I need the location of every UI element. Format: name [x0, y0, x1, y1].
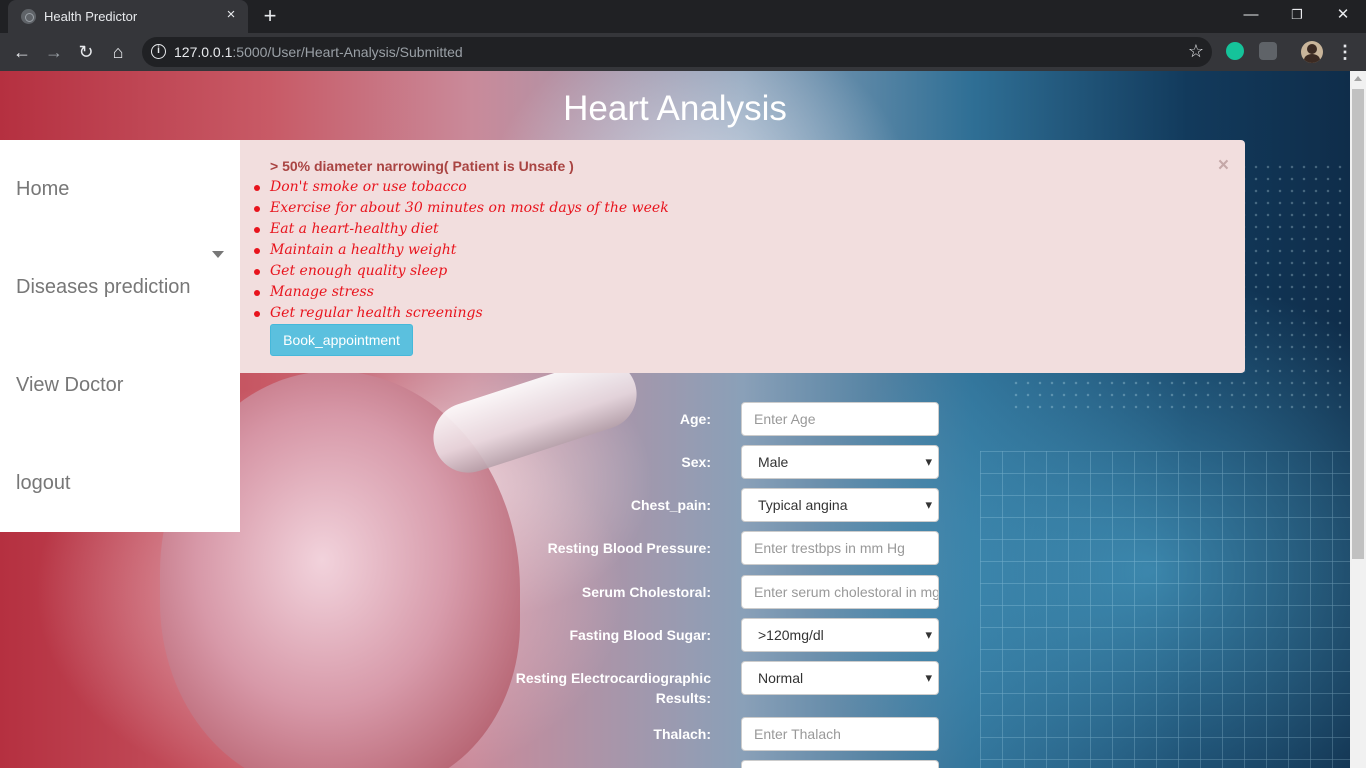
- age-input[interactable]: Enter Age: [741, 402, 939, 436]
- url-text: 127.0.0.1:5000/User/Heart-Analysis/Submi…: [174, 44, 463, 60]
- list-item: Exercise for about 30 minutes on most da…: [254, 198, 669, 219]
- sidebar-item-diseases-prediction[interactable]: Diseases prediction: [16, 276, 191, 299]
- thalach-label: Thalach:: [653, 726, 711, 742]
- back-icon[interactable]: ←: [10, 40, 34, 64]
- bookmark-star-icon[interactable]: ☆: [1188, 41, 1204, 62]
- fasting-blood-sugar-label: Fasting Blood Sugar:: [569, 627, 711, 643]
- rest-ecg-label: Resting Electrocardiographic Results:: [491, 668, 711, 708]
- sex-select[interactable]: Male: [741, 445, 939, 479]
- scrollbar-thumb[interactable]: [1352, 89, 1364, 559]
- site-info-icon[interactable]: i: [151, 44, 166, 59]
- page-viewport: Heart Analysis Home Diseases prediction …: [0, 71, 1350, 768]
- rest-ecg-label-line1: Resting Electrocardiographic: [515, 670, 711, 686]
- serum-cholestoral-label: Serum Cholestoral:: [581, 584, 711, 600]
- background-grid-pattern: [980, 451, 1350, 768]
- page-title: Heart Analysis: [563, 89, 787, 128]
- browser-toolbar: ← → ↻ ⌂ i 127.0.0.1:5000/User/Heart-Anal…: [0, 33, 1366, 71]
- window-close-icon[interactable]: ✕: [1320, 0, 1366, 33]
- rest-ecg-select[interactable]: Normal: [741, 661, 939, 695]
- list-item: Manage stress: [254, 282, 669, 303]
- new-tab-button[interactable]: +: [258, 5, 282, 29]
- book-appointment-button[interactable]: Book_appointment: [270, 324, 413, 356]
- globe-icon: [21, 9, 36, 24]
- sidebar-item-view-doctor[interactable]: View Doctor: [16, 374, 123, 397]
- alert-close-icon[interactable]: ×: [1218, 156, 1229, 175]
- chest-pain-select[interactable]: Typical angina: [741, 488, 939, 522]
- tab-strip: Health Predictor × + — ❐ ✕: [0, 0, 1366, 33]
- minimize-icon[interactable]: —: [1228, 0, 1274, 33]
- forward-icon[interactable]: →: [42, 40, 66, 64]
- result-alert: > 50% diameter narrowing( Patient is Uns…: [240, 140, 1245, 373]
- grammarly-extension-icon[interactable]: [1226, 42, 1244, 60]
- list-item: Eat a heart-healthy diet: [254, 219, 669, 240]
- age-label: Age:: [679, 411, 711, 427]
- chest-pain-label: Chest_pain:: [630, 497, 711, 513]
- tab-close-icon[interactable]: ×: [222, 6, 240, 24]
- page-scrollbar[interactable]: [1350, 71, 1366, 768]
- browser-tab[interactable]: Health Predictor ×: [8, 0, 248, 33]
- extension-icon[interactable]: [1259, 42, 1277, 60]
- health-tips-list: Don't smoke or use tobacco Exercise for …: [254, 177, 669, 324]
- restore-icon[interactable]: ❐: [1274, 0, 1320, 33]
- rest-ecg-label-line2: Results:: [655, 690, 711, 706]
- list-item: Get enough quality sleep: [254, 261, 669, 282]
- list-item: Get regular health screenings: [254, 303, 669, 324]
- next-field-input[interactable]: [741, 760, 939, 768]
- sidebar-item-home[interactable]: Home: [16, 178, 69, 201]
- list-item: Maintain a healthy weight: [254, 240, 669, 261]
- fasting-blood-sugar-select[interactable]: >120mg/dl: [741, 618, 939, 652]
- sex-label: Sex:: [681, 454, 711, 470]
- browser-menu-icon[interactable]: ⋮: [1336, 40, 1354, 64]
- home-icon[interactable]: ⌂: [106, 40, 130, 64]
- url-host: 127.0.0.1: [174, 44, 233, 60]
- resting-bp-input[interactable]: Enter trestbps in mm Hg: [741, 531, 939, 565]
- alert-headline: > 50% diameter narrowing( Patient is Uns…: [270, 158, 574, 174]
- sidebar-nav: Home Diseases prediction View Doctor log…: [0, 140, 240, 532]
- scroll-up-arrow-icon[interactable]: [1354, 76, 1362, 81]
- resting-bp-label: Resting Blood Pressure:: [547, 540, 711, 556]
- reload-icon[interactable]: ↻: [74, 40, 98, 64]
- serum-cholestoral-input[interactable]: Enter serum cholestoral in mg/dl: [741, 575, 939, 609]
- sidebar-item-logout[interactable]: logout: [16, 472, 71, 495]
- url-path: :5000/User/Heart-Analysis/Submitted: [232, 44, 463, 60]
- thalach-input[interactable]: Enter Thalach: [741, 717, 939, 751]
- profile-avatar[interactable]: [1301, 41, 1323, 63]
- tab-title: Health Predictor: [44, 9, 138, 24]
- list-item: Don't smoke or use tobacco: [254, 177, 669, 198]
- chevron-down-icon[interactable]: [212, 251, 224, 258]
- address-bar[interactable]: i 127.0.0.1:5000/User/Heart-Analysis/Sub…: [142, 37, 1212, 67]
